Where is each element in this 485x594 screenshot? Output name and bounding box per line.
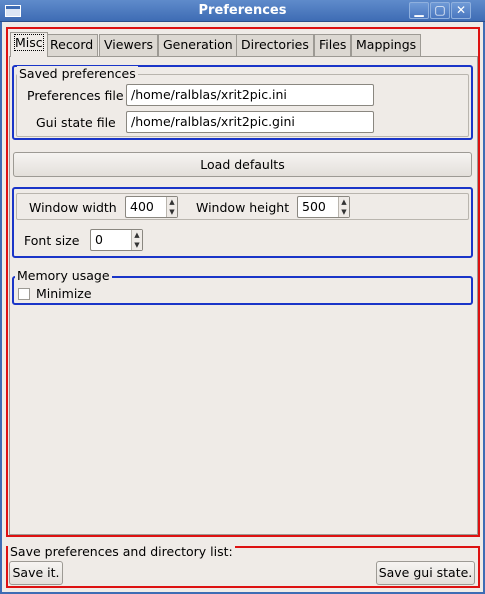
load-defaults-button[interactable]: Load defaults xyxy=(13,152,472,177)
tab-files-label: Files xyxy=(319,37,347,52)
spin-up-icon[interactable]: ▲ xyxy=(167,197,177,207)
window-height-label: Window height xyxy=(196,200,290,215)
tab-generation-label: Generation xyxy=(163,37,233,52)
save-it-button[interactable]: Save it. xyxy=(9,561,63,585)
spin-down-icon[interactable]: ▼ xyxy=(132,240,142,250)
window-height-spinner[interactable]: 500 ▲ ▼ xyxy=(297,196,350,218)
tab-misc-label: Misc xyxy=(14,34,44,51)
font-size-stepper[interactable]: ▲ ▼ xyxy=(131,230,142,250)
spin-up-icon[interactable]: ▲ xyxy=(132,230,142,240)
window-height-stepper[interactable]: ▲ ▼ xyxy=(338,197,349,217)
window-width-value: 400 xyxy=(130,199,154,214)
tab-viewers-label: Viewers xyxy=(104,37,154,52)
preferences-file-label: Preferences file xyxy=(27,88,124,103)
minimize-label: Minimize xyxy=(36,286,92,301)
spin-down-icon[interactable]: ▼ xyxy=(339,207,349,217)
font-size-label: Font size xyxy=(24,233,80,248)
title-bar: Preferences ▁ ▢ ✕ xyxy=(0,0,485,22)
tab-mappings-label: Mappings xyxy=(356,37,417,52)
tab-files[interactable]: Files xyxy=(314,34,352,56)
window-width-stepper[interactable]: ▲ ▼ xyxy=(166,197,177,217)
font-size-spinner[interactable]: 0 ▲ ▼ xyxy=(90,229,143,251)
tab-viewers[interactable]: Viewers xyxy=(99,34,159,56)
tab-record[interactable]: Record xyxy=(45,34,99,56)
close-button[interactable]: ✕ xyxy=(451,2,471,19)
gui-state-file-field[interactable]: /home/ralblas/xrit2pic.gini xyxy=(126,111,374,133)
window-width-label: Window width xyxy=(29,200,117,215)
spin-down-icon[interactable]: ▼ xyxy=(167,207,177,217)
tab-generation[interactable]: Generation xyxy=(158,34,238,56)
font-size-value: 0 xyxy=(95,232,103,247)
tab-misc[interactable]: Misc xyxy=(10,32,48,57)
save-section-legend: Save preferences and directory list: xyxy=(8,544,235,559)
window-height-value: 500 xyxy=(302,199,326,214)
tab-directories[interactable]: Directories xyxy=(236,34,314,56)
memory-usage-legend: Memory usage xyxy=(15,268,112,283)
gui-state-file-label: Gui state file xyxy=(36,115,116,130)
minimize-button[interactable]: ▁ xyxy=(409,2,429,19)
minimize-checkbox[interactable] xyxy=(18,288,30,300)
preferences-file-field[interactable]: /home/ralblas/xrit2pic.ini xyxy=(126,84,374,106)
saved-preferences-legend: Saved preferences xyxy=(17,66,138,81)
tab-record-label: Record xyxy=(50,37,94,52)
tab-mappings[interactable]: Mappings xyxy=(351,34,422,56)
spin-up-icon[interactable]: ▲ xyxy=(339,197,349,207)
save-gui-state-button[interactable]: Save gui state. xyxy=(376,561,475,585)
window-width-spinner[interactable]: 400 ▲ ▼ xyxy=(125,196,178,218)
tab-directories-label: Directories xyxy=(241,37,309,52)
maximize-button[interactable]: ▢ xyxy=(430,2,450,19)
